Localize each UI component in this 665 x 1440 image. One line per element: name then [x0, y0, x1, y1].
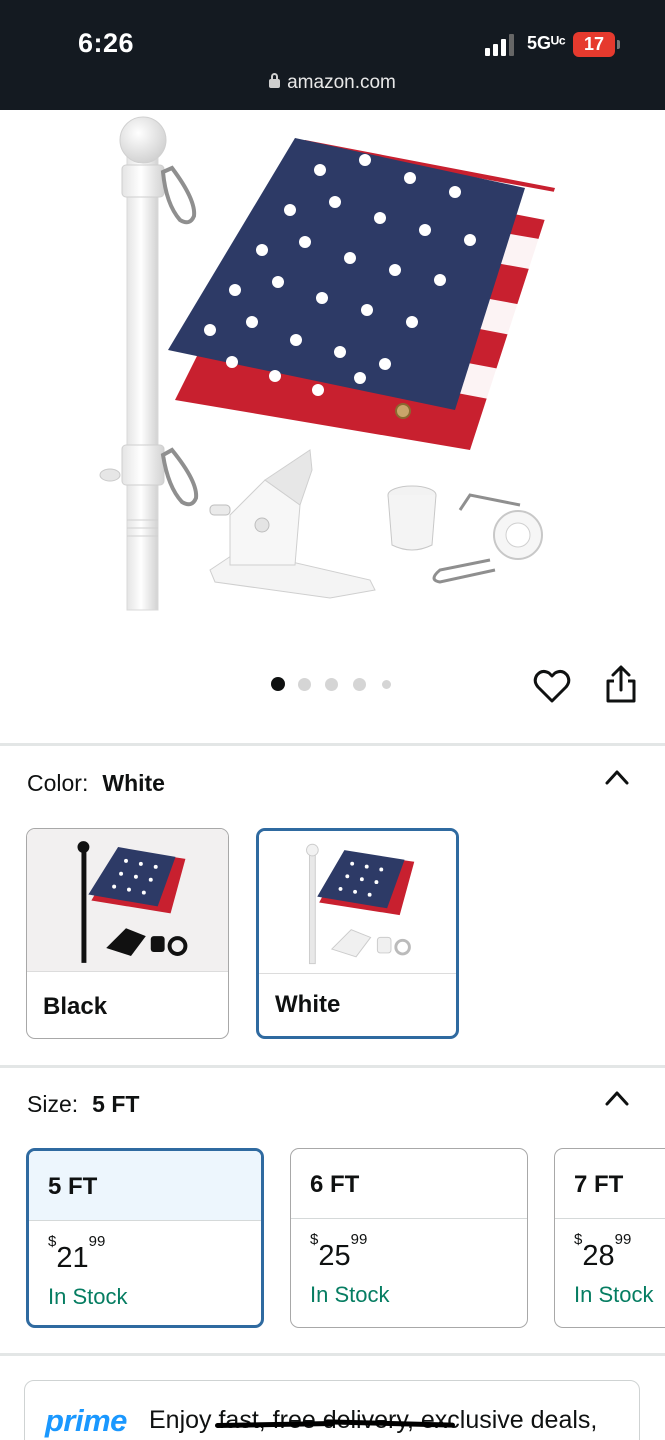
size-selected-value: 5 FT [92, 1091, 140, 1117]
size-option-name: 6 FT [310, 1171, 360, 1198]
size-option-header: 6 FT [291, 1149, 527, 1219]
carousel-dot[interactable] [353, 678, 366, 691]
section-divider [0, 743, 665, 746]
size-label: Size: 5 FT [27, 1091, 140, 1117]
network-type: 5Gᵁᶜ [527, 33, 566, 53]
size-option-header: 7 FT [555, 1149, 665, 1219]
size-option-name: 5 FT [48, 1173, 98, 1200]
url-text: amazon.com [287, 72, 396, 93]
size-option-6ft[interactable]: 6 FT $2599 In Stock [290, 1148, 528, 1328]
carousel-dot[interactable] [298, 678, 311, 691]
signal-icon [485, 34, 515, 56]
chevron-up-icon[interactable] [604, 1088, 630, 1108]
color-option-label: Black [43, 993, 108, 1020]
status-time: 6:26 [78, 28, 135, 58]
color-option-black[interactable]: Black [26, 828, 229, 1039]
size-option-5ft[interactable]: 5 FT $2199 In Stock [26, 1148, 264, 1328]
section-divider [0, 1353, 665, 1356]
carousel-dot[interactable] [325, 678, 338, 691]
carousel-dot-active[interactable] [271, 677, 285, 691]
status-bar: 6:26 5Gᵁᶜ 17 amazon.com [0, 0, 665, 110]
color-option-label: White [275, 991, 341, 1018]
size-option-price: $2899 [574, 1231, 632, 1272]
size-option-price: $2199 [48, 1233, 106, 1274]
heart-icon[interactable] [532, 667, 572, 707]
section-divider [0, 1065, 665, 1068]
color-option-white[interactable]: White [256, 828, 459, 1039]
stock-status: In Stock [574, 1282, 654, 1307]
color-selected-value: White [102, 770, 165, 796]
size-option-7ft[interactable]: 7 FT $2899 In Stock [554, 1148, 665, 1328]
swatch-image-black [27, 829, 228, 972]
swatch-image-white [259, 831, 456, 974]
stock-status: In Stock [48, 1284, 128, 1309]
stock-status: In Stock [310, 1282, 390, 1307]
battery-icon: 17 [573, 32, 615, 57]
prime-banner[interactable]: prime Enjoy fast, free delivery, exclusi… [24, 1380, 640, 1440]
address-bar[interactable]: amazon.com [0, 72, 665, 94]
share-icon[interactable] [603, 664, 639, 704]
battery-cap [617, 40, 620, 49]
color-label: Color: White [27, 770, 165, 796]
carousel-dot[interactable] [382, 680, 391, 689]
product-image[interactable] [0, 110, 665, 640]
size-option-name: 7 FT [574, 1171, 624, 1198]
prime-logo: prime [45, 1403, 127, 1438]
size-option-header: 5 FT [29, 1151, 261, 1221]
size-option-price: $2599 [310, 1231, 368, 1272]
chevron-up-icon[interactable] [604, 767, 630, 787]
lock-icon [269, 73, 281, 88]
